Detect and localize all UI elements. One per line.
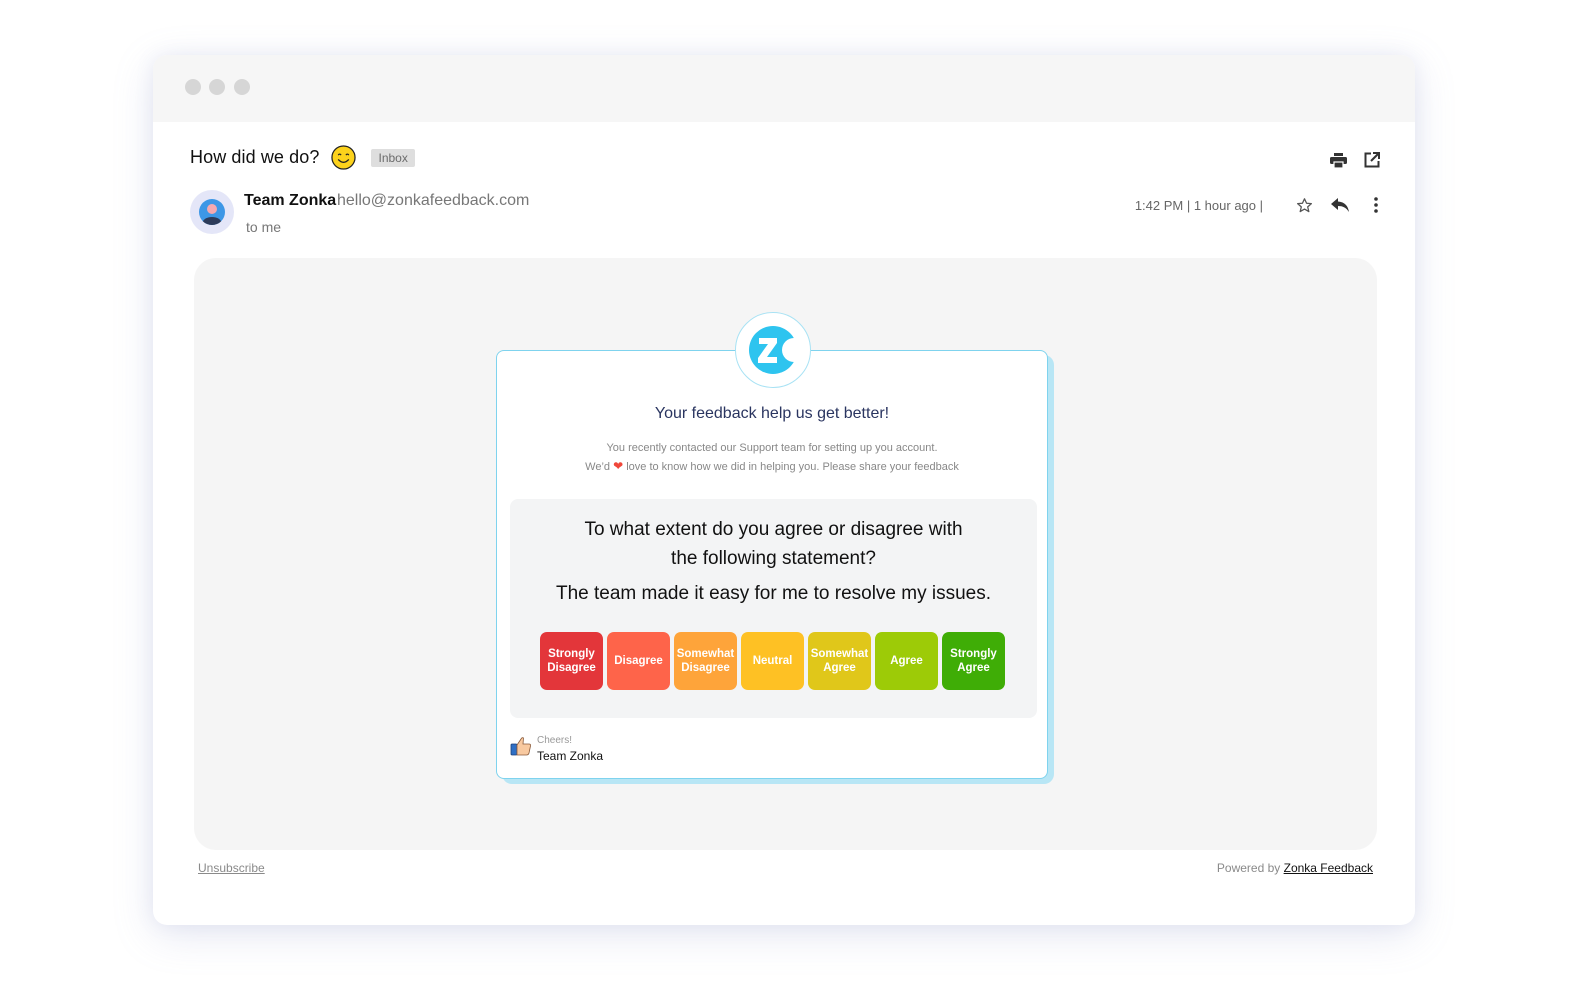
open-external-button[interactable] [1363,151,1381,169]
message-meta: 1:42 PM | 1 hour ago | [1135,196,1385,214]
option-somewhat-disagree[interactable]: Somewhat Disagree [674,632,737,690]
window-maximize-button[interactable] [234,79,250,95]
option-agree[interactable]: Agree [875,632,938,690]
more-options-button[interactable] [1367,196,1385,214]
message-time: 1:42 PM | 1 hour ago | [1134,197,1263,213]
sender-avatar [190,190,234,234]
star-button[interactable] [1295,196,1313,214]
brand-logo [735,312,811,388]
top-actions [1329,151,1381,169]
option-label: Neutral [752,655,793,667]
survey-description-line1: You recently contacted our Support team … [606,442,938,454]
description-prefix: We’d [585,461,611,473]
survey-description-line2: We’d ❤ love to know how we did in helpin… [497,457,1047,476]
option-disagree[interactable]: Disagree [607,632,670,690]
reply-icon [1331,198,1349,212]
survey-question: To what extent do you agree or disagree … [584,519,963,569]
window-titlebar [153,55,1415,122]
signoff-text: Cheers! Team Zonka [537,735,603,763]
description-suffix: love to know how we did in helping you. … [626,461,959,473]
email-subject: How did we do? [190,147,320,167]
user-avatar-icon [199,199,225,225]
survey-description: You recently contacted our Support team … [497,439,1047,476]
survey-card: Your feedback help us get better! You re… [496,350,1054,784]
star-icon [1296,197,1312,212]
print-button[interactable] [1329,151,1347,169]
sender-email: hello@zonkafeedback.com [337,192,530,209]
unsubscribe-link[interactable]: Unsubscribe [198,861,265,875]
option-label: Somewhat Agree [810,648,869,674]
window-minimize-button[interactable] [209,79,225,95]
question-panel: To what extent do you agree or disagree … [510,499,1037,718]
heart-icon: ❤ [613,459,624,473]
survey-statement: The team made it easy for me to resolve … [555,583,992,604]
email-body: Your feedback help us get better! You re… [194,258,1377,850]
signoff: Cheers! Team Zonka [510,735,603,763]
team-signature: Team Zonka [537,749,604,763]
thumbs-up-icon [510,737,531,756]
print-icon [1329,152,1347,168]
likert-scale: Strongly Disagree Disagree Somewhat Disa… [540,632,1005,690]
powered-by: Powered by Zonka Feedback [1217,861,1373,875]
more-vertical-icon [1374,197,1378,213]
powered-by-label: Powered by [1216,861,1281,875]
option-label: Somewhat Disagree [676,648,735,674]
zonka-feedback-link[interactable]: Zonka Feedback [1284,861,1373,875]
recipient-label[interactable]: to me [246,219,281,235]
inbox-label-badge[interactable]: Inbox [371,148,415,167]
reply-button[interactable] [1331,196,1349,214]
window-close-button[interactable] [185,79,201,95]
option-label: Agree [890,655,923,667]
option-somewhat-agree[interactable]: Somewhat Agree [808,632,871,690]
smiling-face-icon [331,145,357,170]
option-label: Disagree [614,655,663,667]
option-strongly-disagree[interactable]: Strongly Disagree [540,632,603,690]
option-neutral[interactable]: Neutral [741,632,804,690]
survey-card-inner: Your feedback help us get better! You re… [496,350,1048,779]
option-strongly-agree[interactable]: Strongly Agree [942,632,1005,690]
subject-row: How did we do? Inbox [190,145,415,170]
survey-title: Your feedback help us get better! [654,405,890,422]
sender-name: Team Zonka [244,192,337,209]
option-label: Strongly Disagree [547,648,596,674]
option-label: Strongly Agree [950,648,997,674]
cheers-text: Cheers! [537,735,573,746]
zonka-logo-icon [749,326,798,374]
email-window: How did we do? Inbox Team Zonka hello@zo… [153,55,1415,925]
external-link-icon [1364,152,1380,168]
